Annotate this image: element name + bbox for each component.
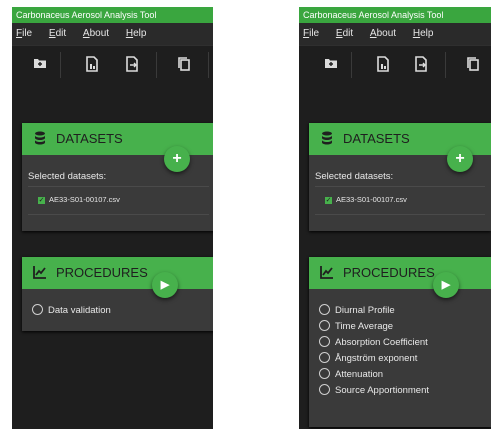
- divider: [315, 214, 485, 215]
- procedure-options-list: Diurnal Profile Time Average Absorption …: [319, 303, 429, 399]
- divider: [28, 186, 209, 187]
- checkbox-checked[interactable]: ✓: [325, 196, 332, 204]
- menu-about[interactable]: About: [83, 23, 109, 45]
- selected-datasets-label: Selected datasets:: [28, 171, 107, 182]
- divider: [28, 214, 209, 215]
- toolbar-separator: [445, 52, 446, 78]
- dataset-item[interactable]: ✓ AE33-S01-00107.csv: [325, 195, 491, 204]
- procedure-option-label: Diurnal Profile: [335, 305, 395, 316]
- menu-bar: File Edit About Help: [299, 23, 491, 45]
- menu-about[interactable]: About: [370, 23, 396, 45]
- copy-icon[interactable]: [465, 56, 481, 72]
- radio-button[interactable]: [319, 335, 330, 347]
- folder-plus-icon[interactable]: [32, 56, 48, 72]
- procedure-option[interactable]: Diurnal Profile: [319, 303, 429, 319]
- procedure-option-label: Time Average: [335, 321, 394, 332]
- window-title: Carbonaceus Aerosol Analysis Tool: [12, 7, 213, 23]
- procedure-option-label: Data validation: [48, 305, 111, 316]
- datasets-title: DATASETS: [343, 131, 410, 146]
- toolbar-separator: [208, 52, 209, 78]
- menu-edit[interactable]: Edit: [49, 23, 66, 45]
- toolbar-separator: [156, 52, 157, 78]
- procedure-option[interactable]: Source Apportionment: [319, 383, 429, 399]
- radio-button[interactable]: [319, 383, 330, 395]
- copy-icon[interactable]: [176, 56, 192, 72]
- radio-button[interactable]: [319, 351, 330, 363]
- procedures-card: PROCEDURES ▶ Data validation: [22, 257, 213, 331]
- procedure-option-label: Absorption Coefficient: [335, 337, 428, 348]
- menu-edit[interactable]: Edit: [336, 23, 353, 45]
- folder-plus-icon[interactable]: [323, 56, 339, 72]
- toolbar-separator: [60, 52, 61, 78]
- menu-help[interactable]: Help: [126, 23, 147, 45]
- chart-growth-icon: [319, 265, 335, 281]
- run-procedure-button[interactable]: ▶: [152, 272, 178, 298]
- procedure-option[interactable]: Absorption Coefficient: [319, 335, 429, 351]
- procedure-option[interactable]: Ångström exponent: [319, 351, 429, 367]
- radio-button[interactable]: [319, 303, 330, 315]
- window-title: Carbonaceus Aerosol Analysis Tool: [299, 7, 491, 23]
- procedures-header: PROCEDURES: [309, 257, 491, 289]
- procedures-card: PROCEDURES ▶ Diurnal Profile Time Averag…: [309, 257, 491, 427]
- procedure-option[interactable]: Attenuation: [319, 367, 429, 383]
- checkbox-checked[interactable]: ✓: [38, 196, 45, 204]
- file-chart-icon[interactable]: [84, 56, 100, 72]
- dataset-filename: AE33-S01-00107.csv: [336, 195, 407, 204]
- datasets-title: DATASETS: [56, 131, 123, 146]
- file-export-icon[interactable]: [413, 56, 429, 72]
- file-export-icon[interactable]: [124, 56, 140, 72]
- radio-button[interactable]: [319, 319, 330, 331]
- chart-growth-icon: [32, 265, 48, 281]
- menu-help[interactable]: Help: [413, 23, 434, 45]
- file-chart-icon[interactable]: [375, 56, 391, 72]
- datasets-card: DATASETS + Selected datasets: ✓ AE33-S01-…: [309, 123, 491, 231]
- app-window-right: Carbonaceus Aerosol Analysis Tool File E…: [299, 7, 491, 429]
- procedure-option-label: Attenuation: [335, 369, 384, 380]
- add-dataset-button[interactable]: +: [447, 146, 473, 172]
- add-dataset-button[interactable]: +: [164, 146, 190, 172]
- procedures-title: PROCEDURES: [343, 265, 435, 280]
- toolbar: [299, 45, 491, 84]
- dataset-filename: AE33-S01-00107.csv: [49, 195, 120, 204]
- toolbar-separator: [351, 52, 352, 78]
- procedure-option-label: Ångström exponent: [335, 353, 418, 364]
- database-icon: [319, 131, 335, 147]
- menu-file[interactable]: File: [303, 23, 319, 45]
- procedure-option[interactable]: Time Average: [319, 319, 429, 335]
- radio-button[interactable]: [319, 367, 330, 379]
- procedures-header: PROCEDURES: [22, 257, 213, 289]
- procedure-option-label: Source Apportionment: [335, 385, 430, 396]
- procedures-title: PROCEDURES: [56, 265, 148, 280]
- toolbar: [12, 45, 213, 84]
- divider: [315, 186, 485, 187]
- run-procedure-button[interactable]: ▶: [433, 272, 459, 298]
- database-icon: [32, 131, 48, 147]
- dataset-item[interactable]: ✓ AE33-S01-00107.csv: [38, 195, 213, 204]
- datasets-card: DATASETS + Selected datasets: ✓ AE33-S01-…: [22, 123, 213, 231]
- procedure-option[interactable]: Data validation: [32, 303, 111, 319]
- menu-file[interactable]: File: [16, 23, 32, 45]
- selected-datasets-label: Selected datasets:: [315, 171, 394, 182]
- radio-button[interactable]: [32, 303, 43, 315]
- app-window-left: Carbonaceus Aerosol Analysis Tool File E…: [12, 7, 213, 429]
- menu-bar: File Edit About Help: [12, 23, 213, 45]
